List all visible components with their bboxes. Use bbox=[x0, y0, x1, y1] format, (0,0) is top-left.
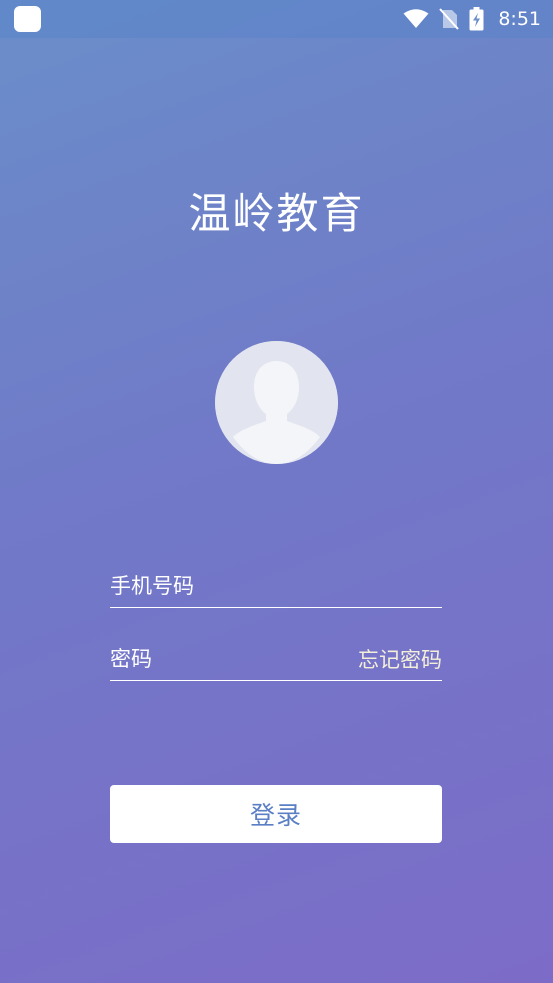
wifi-icon bbox=[403, 9, 429, 28]
status-bar: 8:51 bbox=[0, 0, 553, 38]
avatar[interactable] bbox=[215, 341, 338, 464]
password-input[interactable] bbox=[110, 646, 330, 671]
forgot-password-link[interactable]: 忘记密码 bbox=[358, 644, 442, 674]
no-sim-icon bbox=[439, 8, 460, 30]
phone-input[interactable] bbox=[110, 573, 330, 598]
app-title: 温岭教育 bbox=[188, 189, 365, 238]
phone-field bbox=[110, 564, 442, 608]
default-user-avatar-icon bbox=[215, 341, 338, 464]
login-button[interactable]: 登录 bbox=[110, 785, 442, 843]
status-time: 8:51 bbox=[498, 8, 541, 30]
app-icon bbox=[14, 6, 41, 32]
status-icons: 8:51 bbox=[403, 0, 541, 38]
battery-charging-icon bbox=[469, 7, 484, 31]
password-field: 忘记密码 bbox=[110, 637, 442, 681]
